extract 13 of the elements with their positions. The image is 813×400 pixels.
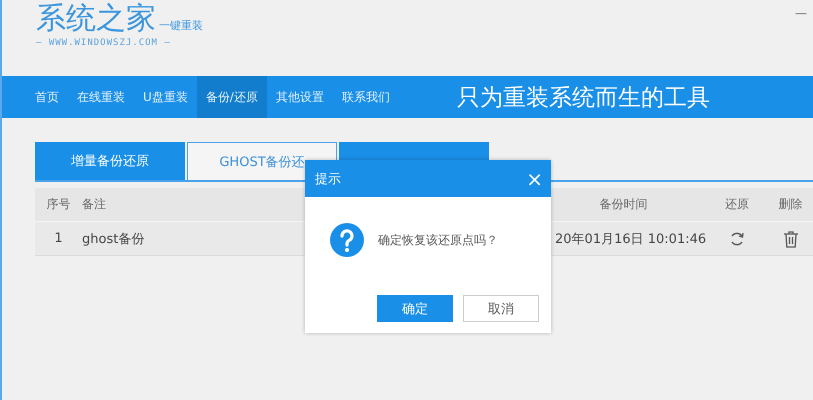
slogan: 只为重装系统而生的工具 (456, 84, 710, 112)
logo-title: 系统之家 (36, 2, 156, 36)
table-cell-text: 20年01月16日 10:01:46 (554, 230, 706, 248)
table-cell-text: 1 (53, 231, 64, 246)
column-header: 还原 (724, 196, 750, 213)
column-header: 备注 (82, 196, 106, 213)
logo-url: — WWW.WINDOWSZJ.COM — (36, 38, 172, 48)
logo-tagline: 一键重装 (159, 18, 203, 33)
column-header: 删除 (778, 196, 804, 213)
column-header: 序号 (46, 196, 72, 213)
dialog-message: 确定恢复该还原点吗？ (378, 232, 498, 248)
table-cell-text: ghost备份 (82, 230, 144, 248)
column-header: 备份时间 (598, 196, 648, 213)
